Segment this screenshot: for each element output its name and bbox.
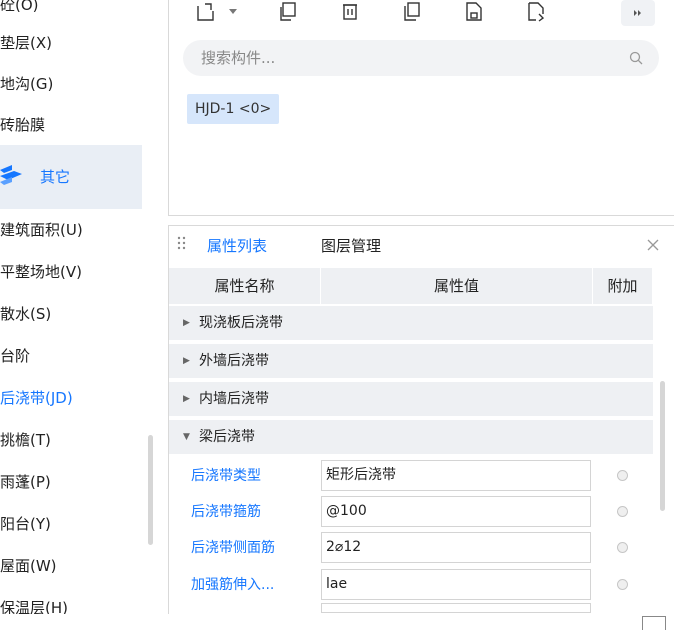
- status-bar-control[interactable]: [642, 616, 666, 630]
- sidebar-item-trench[interactable]: 地沟(G): [0, 63, 142, 105]
- sidebar-item-apron[interactable]: 散水(S): [0, 293, 142, 335]
- new-component-dropdown[interactable]: [225, 0, 241, 24]
- property-name: 后浇带类型: [191, 468, 261, 484]
- sidebar-item-cushion[interactable]: 垫层(X): [0, 22, 142, 64]
- property-group-exterior-wall-strip[interactable]: ▶ 外墙后浇带: [169, 344, 653, 378]
- property-group-beam-strip[interactable]: ▼ 梁后浇带: [169, 420, 653, 454]
- tab-layer-management[interactable]: 图层管理: [321, 226, 381, 266]
- group-label: 外墙后浇带: [199, 353, 269, 369]
- sidebar-item-canopy[interactable]: 雨蓬(P): [0, 461, 142, 503]
- properties-panel: 属性列表 图层管理 属性名称 属性值 附加 ▶ 现浇板后浇带 ▶ 外墙后浇带 ▶…: [168, 225, 674, 614]
- property-row: 后浇带箍筋 @100: [169, 493, 653, 531]
- group-label: 现浇板后浇带: [199, 315, 283, 331]
- delete-icon: [343, 4, 357, 20]
- sidebar-group-label: 其它: [40, 168, 71, 186]
- expand-arrow-icon: ▶: [183, 318, 190, 328]
- sidebar-item-eaves[interactable]: 挑檐(T): [0, 419, 142, 461]
- property-value-field[interactable]: [321, 603, 591, 613]
- component-list-panel: HJD-1 <0>: [168, 0, 674, 216]
- component-search-box: [183, 40, 659, 76]
- extra-checkbox[interactable]: [617, 470, 628, 481]
- property-row: 后浇带类型 矩形后浇带: [169, 457, 653, 495]
- property-name: 后浇带侧面筋: [191, 540, 275, 556]
- sidebar-item-insulation[interactable]: 保温层(H): [0, 587, 142, 614]
- properties-scrollbar[interactable]: [660, 381, 665, 511]
- sidebar-item-post-cast-strip[interactable]: 后浇带(JD): [0, 377, 142, 419]
- component-item-hjd-1[interactable]: HJD-1 <0>: [187, 94, 280, 124]
- group-label: 梁后浇带: [199, 429, 255, 445]
- property-row: 后浇带侧面筋 2⌀12: [169, 529, 653, 567]
- sidebar-item-site-leveling[interactable]: 平整场地(V): [0, 251, 142, 293]
- search-icon[interactable]: [629, 51, 643, 65]
- expand-arrow-icon: ▶: [183, 356, 190, 366]
- copy-icon: [280, 2, 296, 21]
- status-bar: [0, 614, 674, 630]
- tab-properties[interactable]: 属性列表: [207, 226, 267, 266]
- component-search-input[interactable]: [183, 40, 623, 76]
- sidebar-group-other[interactable]: 其它: [0, 145, 142, 209]
- sidebar-item-building-area[interactable]: 建筑面积(U): [0, 209, 142, 251]
- dropdown-caret-icon: [229, 9, 237, 14]
- save-to-library-icon: [466, 2, 482, 21]
- duplicate-layer-icon: [404, 2, 420, 21]
- sidebar-item-balcony[interactable]: 阳台(Y): [0, 503, 142, 545]
- save-to-library-button[interactable]: [459, 0, 489, 24]
- property-value-field[interactable]: lae: [321, 569, 591, 600]
- more-icon: [634, 10, 641, 16]
- collapse-arrow-icon: ▼: [183, 432, 190, 442]
- sidebar-scrollbar[interactable]: [148, 435, 153, 545]
- duplicate-layer-button[interactable]: [397, 0, 427, 24]
- property-row: 加强筋伸入... lae: [169, 566, 653, 604]
- property-name: 后浇带箍筋: [191, 504, 261, 520]
- column-header-name: 属性名称: [169, 268, 321, 304]
- new-component-icon: [197, 3, 214, 21]
- layers-icon: [0, 165, 22, 185]
- group-label: 内墙后浇带: [199, 391, 269, 407]
- extra-checkbox[interactable]: [617, 579, 628, 590]
- copy-component-button[interactable]: [273, 0, 303, 24]
- property-group-slab-strip[interactable]: ▶ 现浇板后浇带: [169, 306, 653, 340]
- column-header-value: 属性值: [321, 268, 593, 304]
- close-icon[interactable]: [646, 238, 660, 252]
- toolbar-more-button[interactable]: [621, 0, 655, 26]
- property-group-interior-wall-strip[interactable]: ▶ 内墙后浇带: [169, 382, 653, 416]
- expand-arrow-icon: ▶: [183, 394, 190, 404]
- extract-from-library-button[interactable]: [521, 0, 551, 24]
- extra-checkbox[interactable]: [617, 506, 628, 517]
- extra-checkbox[interactable]: [617, 542, 628, 553]
- component-type-sidebar: 砼(O) 垫层(X) 地沟(G) 砖胎膜 其它 建筑面积(U) 平整场地(V) …: [0, 0, 157, 614]
- property-value-field[interactable]: @100: [321, 496, 591, 527]
- sidebar-item-brick-mold[interactable]: 砖胎膜: [0, 104, 142, 146]
- delete-component-button[interactable]: [335, 0, 365, 24]
- sidebar-item-roof[interactable]: 屋面(W): [0, 545, 142, 587]
- column-header-extra: 附加: [593, 268, 653, 304]
- sidebar-item-steps[interactable]: 台阶: [0, 335, 142, 377]
- extract-from-library-icon: [528, 2, 545, 22]
- property-value-field[interactable]: 矩形后浇带: [321, 460, 591, 491]
- new-component-button[interactable]: [191, 0, 221, 24]
- drag-handle-icon[interactable]: [177, 236, 187, 254]
- property-value-field[interactable]: 2⌀12: [321, 532, 591, 563]
- property-name: 加强筋伸入...: [191, 577, 275, 593]
- property-row-partial: [169, 603, 653, 613]
